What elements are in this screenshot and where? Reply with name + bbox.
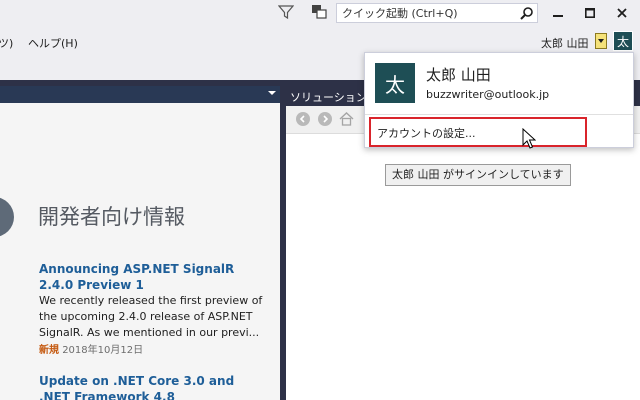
news-item-date: 2018年10月12日 — [62, 345, 144, 356]
tab-overflow-arrow-icon[interactable] — [268, 91, 276, 95]
popup-avatar: 太 — [375, 63, 415, 103]
minimize-button[interactable] — [545, 2, 571, 24]
start-page: 開発者向け情報 Announcing ASP.NET SignalR 2.4.0… — [0, 103, 280, 400]
search-icon[interactable] — [519, 6, 534, 21]
account-settings-label: アカウントの設定... — [377, 127, 476, 140]
section-circle-icon — [0, 197, 14, 237]
user-avatar[interactable]: 太 — [613, 31, 633, 51]
funnel-icon[interactable] — [278, 4, 294, 20]
chevron-down-icon — [598, 39, 604, 43]
arrow-right-icon — [323, 115, 329, 123]
signed-in-tooltip: 太郎 山田 がサインインしています — [385, 164, 571, 186]
user-dropdown-button[interactable] — [595, 33, 607, 49]
quick-launch-box[interactable] — [336, 3, 538, 23]
close-icon — [617, 8, 627, 18]
news-item-title-link[interactable]: Update on .NET Core 3.0 and .NET Framewo… — [39, 373, 265, 400]
news-item-meta: 新規 2018年10月12日 — [39, 343, 265, 359]
back-button[interactable] — [296, 112, 310, 126]
home-icon[interactable] — [339, 111, 354, 126]
feedback-icon[interactable] — [310, 4, 328, 20]
maximize-icon — [585, 8, 595, 18]
news-item: Update on .NET Core 3.0 and .NET Framewo… — [39, 373, 265, 400]
news-item: Announcing ASP.NET SignalR 2.4.0 Preview… — [39, 261, 265, 359]
account-popup: 太 太郎 山田 buzzwriter@outlook.jp アカウントの設定..… — [364, 52, 634, 148]
news-item-title-link[interactable]: Announcing ASP.NET SignalR 2.4.0 Preview… — [39, 261, 265, 293]
minimize-icon — [553, 15, 563, 17]
developer-news-title: 開発者向け情報 — [38, 205, 185, 229]
menu-item-help[interactable]: ヘルプ(H) — [28, 35, 78, 51]
news-item-summary: We recently released the first preview o… — [39, 294, 263, 339]
maximize-button[interactable] — [577, 2, 603, 24]
popup-user-name: 太郎 山田 — [426, 66, 491, 84]
popup-divider — [365, 114, 633, 115]
account-settings-link[interactable]: アカウントの設定... — [369, 117, 587, 147]
forward-button[interactable] — [318, 112, 332, 126]
signed-in-user-name[interactable]: 太郎 山田 — [541, 35, 589, 51]
new-badge: 新規 — [39, 345, 59, 356]
start-page-tab-strip — [0, 86, 280, 103]
quick-launch-input[interactable] — [337, 4, 513, 22]
popup-user-email: buzzwriter@outlook.jp — [426, 88, 550, 101]
arrow-left-icon — [299, 115, 305, 123]
mouse-cursor-icon — [522, 128, 536, 149]
close-button[interactable] — [609, 2, 635, 24]
menu-item-partial[interactable]: ツ) — [0, 35, 13, 51]
